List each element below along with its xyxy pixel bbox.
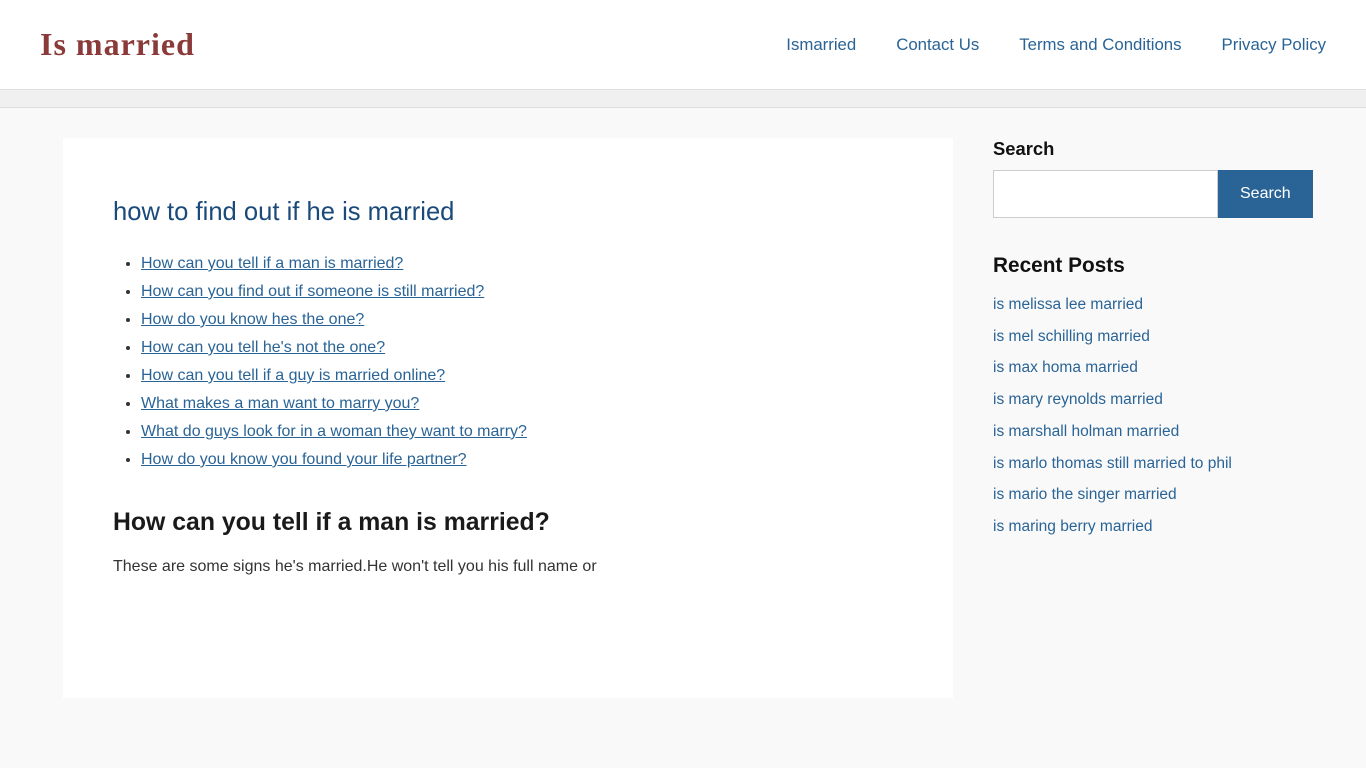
recent-post-link[interactable]: is marshall holman married xyxy=(993,423,1179,440)
nav-link[interactable]: Ismarried xyxy=(786,35,856,55)
recent-post-link[interactable]: is melissa lee married xyxy=(993,296,1143,313)
recent-post-link[interactable]: is mel schilling married xyxy=(993,328,1150,345)
list-item: How can you tell he's not the one? xyxy=(141,339,903,357)
search-label: Search xyxy=(993,138,1303,160)
list-item: What do guys look for in a woman they wa… xyxy=(141,423,903,441)
list-item: How do you know you found your life part… xyxy=(141,451,903,469)
toc-link[interactable]: How can you tell if a man is married? xyxy=(141,255,403,272)
search-box: Search Search xyxy=(993,138,1303,218)
toc-list: How can you tell if a man is married? How… xyxy=(113,255,903,469)
recent-post-link[interactable]: is mary reynolds married xyxy=(993,391,1163,408)
page-wrapper: how to find out if he is married How can… xyxy=(23,108,1343,728)
recent-post-link[interactable]: is maring berry married xyxy=(993,518,1153,535)
article-title: how to find out if he is married xyxy=(113,198,903,227)
list-item: How can you tell if a man is married? xyxy=(141,255,903,273)
list-item: is mary reynolds married xyxy=(993,389,1303,411)
recent-post-link[interactable]: is marlo thomas still married to phil xyxy=(993,455,1232,472)
search-input[interactable] xyxy=(993,170,1218,218)
list-item: is marlo thomas still married to phil xyxy=(993,453,1303,475)
list-item: is mario the singer married xyxy=(993,484,1303,506)
toc-link[interactable]: What do guys look for in a woman they wa… xyxy=(141,423,527,440)
sidebar: Search Search Recent Posts is melissa le… xyxy=(993,138,1303,548)
recent-posts-section: Recent Posts is melissa lee marriedis me… xyxy=(993,254,1303,538)
section-text: These are some signs he's married.He won… xyxy=(113,553,903,580)
search-button[interactable]: Search xyxy=(1218,170,1313,218)
subheader-bar xyxy=(0,90,1366,108)
list-item: How can you find out if someone is still… xyxy=(141,283,903,301)
list-item: is melissa lee married xyxy=(993,294,1303,316)
section-heading: How can you tell if a man is married? xyxy=(113,509,903,537)
list-item: is max homa married xyxy=(993,357,1303,379)
list-item: is marshall holman married xyxy=(993,421,1303,443)
list-item: is mel schilling married xyxy=(993,326,1303,348)
recent-post-link[interactable]: is mario the singer married xyxy=(993,486,1177,503)
site-header: Is married Ismarried Contact Us Terms and … xyxy=(0,0,1366,90)
toc-link[interactable]: How can you tell if a guy is married onl… xyxy=(141,367,445,384)
nav-link[interactable]: Privacy Policy xyxy=(1222,35,1326,55)
list-item: What makes a man want to marry you? xyxy=(141,395,903,413)
search-row: Search xyxy=(993,170,1303,218)
site-logo[interactable]: Is married xyxy=(40,26,195,63)
list-item: How do you know hes the one? xyxy=(141,311,903,329)
toc-link[interactable]: How can you tell he's not the one? xyxy=(141,339,385,356)
nav-link[interactable]: Terms and Conditions xyxy=(1019,35,1181,55)
list-item: is maring berry married xyxy=(993,516,1303,538)
list-item: How can you tell if a guy is married onl… xyxy=(141,367,903,385)
main-nav: Ismarried Contact Us Terms and Conditions P… xyxy=(786,35,1326,55)
toc-link[interactable]: How can you find out if someone is still… xyxy=(141,283,484,300)
nav-link[interactable]: Contact Us xyxy=(896,35,979,55)
recent-post-link[interactable]: is max homa married xyxy=(993,359,1138,376)
toc-link[interactable]: How do you know hes the one? xyxy=(141,311,364,328)
main-content: how to find out if he is married How can… xyxy=(63,138,953,698)
recent-posts-list: is melissa lee married is mel schilling m… xyxy=(993,294,1303,538)
toc-link[interactable]: What makes a man want to marry you? xyxy=(141,395,419,412)
recent-posts-title: Recent Posts xyxy=(993,254,1303,278)
toc-link[interactable]: How do you know you found your life part… xyxy=(141,451,467,468)
